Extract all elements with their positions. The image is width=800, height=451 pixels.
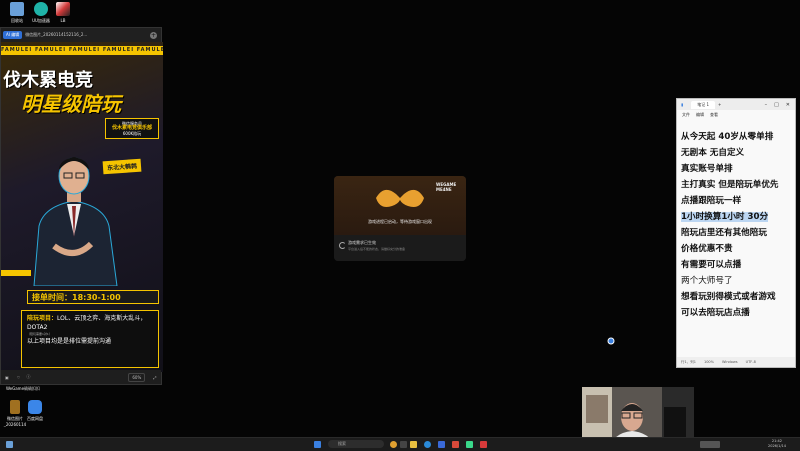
notepad-text-area[interactable]: 从今天起 40岁从零单排 无剧本 无自定义 真实账号单排 主打真实 但是陪玩单优… <box>681 129 793 321</box>
wegame-brand: WEGAME ME4NE <box>436 182 457 192</box>
desktop-widget-icon[interactable] <box>6 441 13 448</box>
status-line-ending: Windows <box>721 360 738 364</box>
poster-person-photo <box>33 157 118 286</box>
menu-view[interactable]: 查看 <box>710 112 718 118</box>
task-view-icon[interactable] <box>400 441 407 448</box>
notepad-window[interactable]: ▮ 笔记 1 + – □ ✕ 文件 编辑 查看 从今天起 40岁从零单排 无剧本… <box>676 98 796 368</box>
status-title: 游戏需求已生效 <box>348 240 376 245</box>
status-cursor-pos: 行1，列1 <box>681 359 696 364</box>
app-icon[interactable] <box>480 441 487 448</box>
poster-image: FAMULEI FAMULEI FAMULEI FAMULEI FAMULEI … <box>1 42 163 372</box>
poster-info-box: 陪玩项目：LOL、云顶之弈、海克斯大乱斗，DOTA2 （陪玩需要1对1） 以上项… <box>21 310 159 368</box>
recycle-bin-icon <box>10 2 24 16</box>
taskbar-clock[interactable]: 21:42 2026/1/14 <box>768 439 786 449</box>
status-subtitle: 平台进入后不能的状态，请做好充分的准备 <box>348 247 406 251</box>
text-line: 两个大师号了 <box>681 276 733 286</box>
poster-hours: 接单时间：18:30-1:00 <box>27 290 159 304</box>
text-line: 可以去陪玩店点播 <box>681 308 750 318</box>
info-tail: 以上项目均是是排位需提前沟通 <box>27 338 112 345</box>
heart-icon[interactable]: ♡ <box>17 375 21 380</box>
viewer-toolbar: ▣ ♡ ⓘ 60% ⤢ <box>1 370 161 384</box>
text-line-selected: 1小时换算1小时 30分 <box>681 212 769 222</box>
dialog-hero: WEGAME ME4NE 游戏进程已启动，等待游戏窗口出现 <box>334 176 466 235</box>
poster-stripe-top: FAMULEI FAMULEI FAMULEI FAMULEI FAMULEI … <box>1 46 163 55</box>
desktop-icon-baidu-netdisk[interactable]: 百度网盘 <box>20 400 50 422</box>
taskbar-search[interactable]: 搜索 <box>328 440 384 448</box>
mustache-logo-icon <box>376 189 424 207</box>
desktop-icon-lb[interactable]: LB <box>48 2 78 23</box>
text-line: 真实账号单排 <box>681 164 733 174</box>
desktop-icon-label: 百度网盘 <box>27 416 43 421</box>
info-label: 陪玩项目： <box>27 315 58 322</box>
uu-accelerator-icon <box>34 2 48 16</box>
notepad-app-icon: ▮ <box>681 102 684 107</box>
clock-date: 2026/1/14 <box>768 444 786 448</box>
notepad-menubar: 文件 编辑 查看 <box>677 110 795 119</box>
text-line: 点播跟陪玩一样 <box>681 196 742 206</box>
status-zoom: 100% <box>703 360 714 364</box>
start-icon[interactable] <box>314 441 321 448</box>
badge-line: 600K陪玩 <box>122 131 142 136</box>
text-line: 有需要可以点播 <box>681 260 742 270</box>
text-line: 价格优惠不贵 <box>681 244 733 254</box>
text-line: 无剧本 无自定义 <box>681 148 745 158</box>
search-placeholder: 搜索 <box>338 441 346 446</box>
add-icon[interactable]: + <box>150 31 157 39</box>
wegame-launch-dialog[interactable]: WEGAME ME4NE 游戏进程已启动，等待游戏窗口出现 游戏需求已生效 平台… <box>334 176 466 261</box>
notepad-titlebar: ▮ 笔记 1 + – □ ✕ <box>677 99 795 110</box>
baidu-netdisk-icon <box>28 400 42 414</box>
viewer-file-name: 微信图片_20260114152116_2... <box>25 32 88 37</box>
app-icon <box>56 2 70 16</box>
new-tab-icon[interactable]: + <box>718 102 721 107</box>
desktop-label: 确确扣扣 <box>24 386 40 391</box>
poster-badge: 微信服务员 伐木累电竞俱乐部 600K陪玩 <box>105 118 159 139</box>
app-icon[interactable] <box>452 441 459 448</box>
file-explorer-icon[interactable] <box>410 441 417 448</box>
image-viewer-window[interactable]: AI 编辑 微信图片_20260114152116_2... + FAMULEI… <box>0 27 163 385</box>
edge-icon[interactable] <box>424 441 431 448</box>
maximize-icon[interactable]: □ <box>774 102 779 108</box>
loading-spinner-icon <box>339 242 346 249</box>
viewer-titlebar: AI 编辑 微信图片_20260114152116_2... + <box>1 28 161 42</box>
text-line: 主打真实 但是陪玩单优先 <box>681 180 779 190</box>
desktop-icon-label: LB <box>60 18 66 23</box>
text-line: 陪玩店里还有其他陪玩 <box>681 228 767 238</box>
ai-edit-button[interactable]: AI 编辑 <box>3 31 23 39</box>
image-file-icon <box>10 400 20 414</box>
notepad-tab[interactable]: 笔记 1 <box>691 100 716 109</box>
tray-icons[interactable] <box>700 441 720 448</box>
cursor-icon <box>607 337 615 345</box>
text-line: 想看玩别得模式或者游戏 <box>681 292 776 302</box>
widget-icon[interactable] <box>390 441 397 448</box>
notepad-statusbar: 行1，列1 100% Windows UTF-8 <box>677 357 795 367</box>
taskbar: 搜索 21:42 2026/1/14 <box>0 437 800 451</box>
dialog-status-row: 游戏需求已生效 平台进入后不能的状态，请做好充分的准备 <box>334 235 466 261</box>
menu-file[interactable]: 文件 <box>682 112 690 118</box>
info-icon[interactable]: ⓘ <box>26 374 30 380</box>
menu-edit[interactable]: 编辑 <box>696 112 704 118</box>
store-icon[interactable] <box>438 441 445 448</box>
minimize-icon[interactable]: – <box>765 102 768 108</box>
app-icon[interactable] <box>466 441 473 448</box>
poster-subtitle: 明星级陪玩 <box>21 92 121 116</box>
image-icon[interactable]: ▣ <box>5 375 9 380</box>
zoom-level[interactable]: 60% <box>128 372 146 382</box>
status-encoding: UTF-8 <box>745 360 756 364</box>
dialog-message: 游戏进程已启动，等待游戏窗口出现 <box>368 219 432 224</box>
close-icon[interactable]: ✕ <box>786 102 790 108</box>
text-line: 从今天起 40岁从零单排 <box>681 132 774 142</box>
poster-stripe-small <box>1 270 31 276</box>
fullscreen-icon[interactable]: ⤢ <box>153 375 156 380</box>
